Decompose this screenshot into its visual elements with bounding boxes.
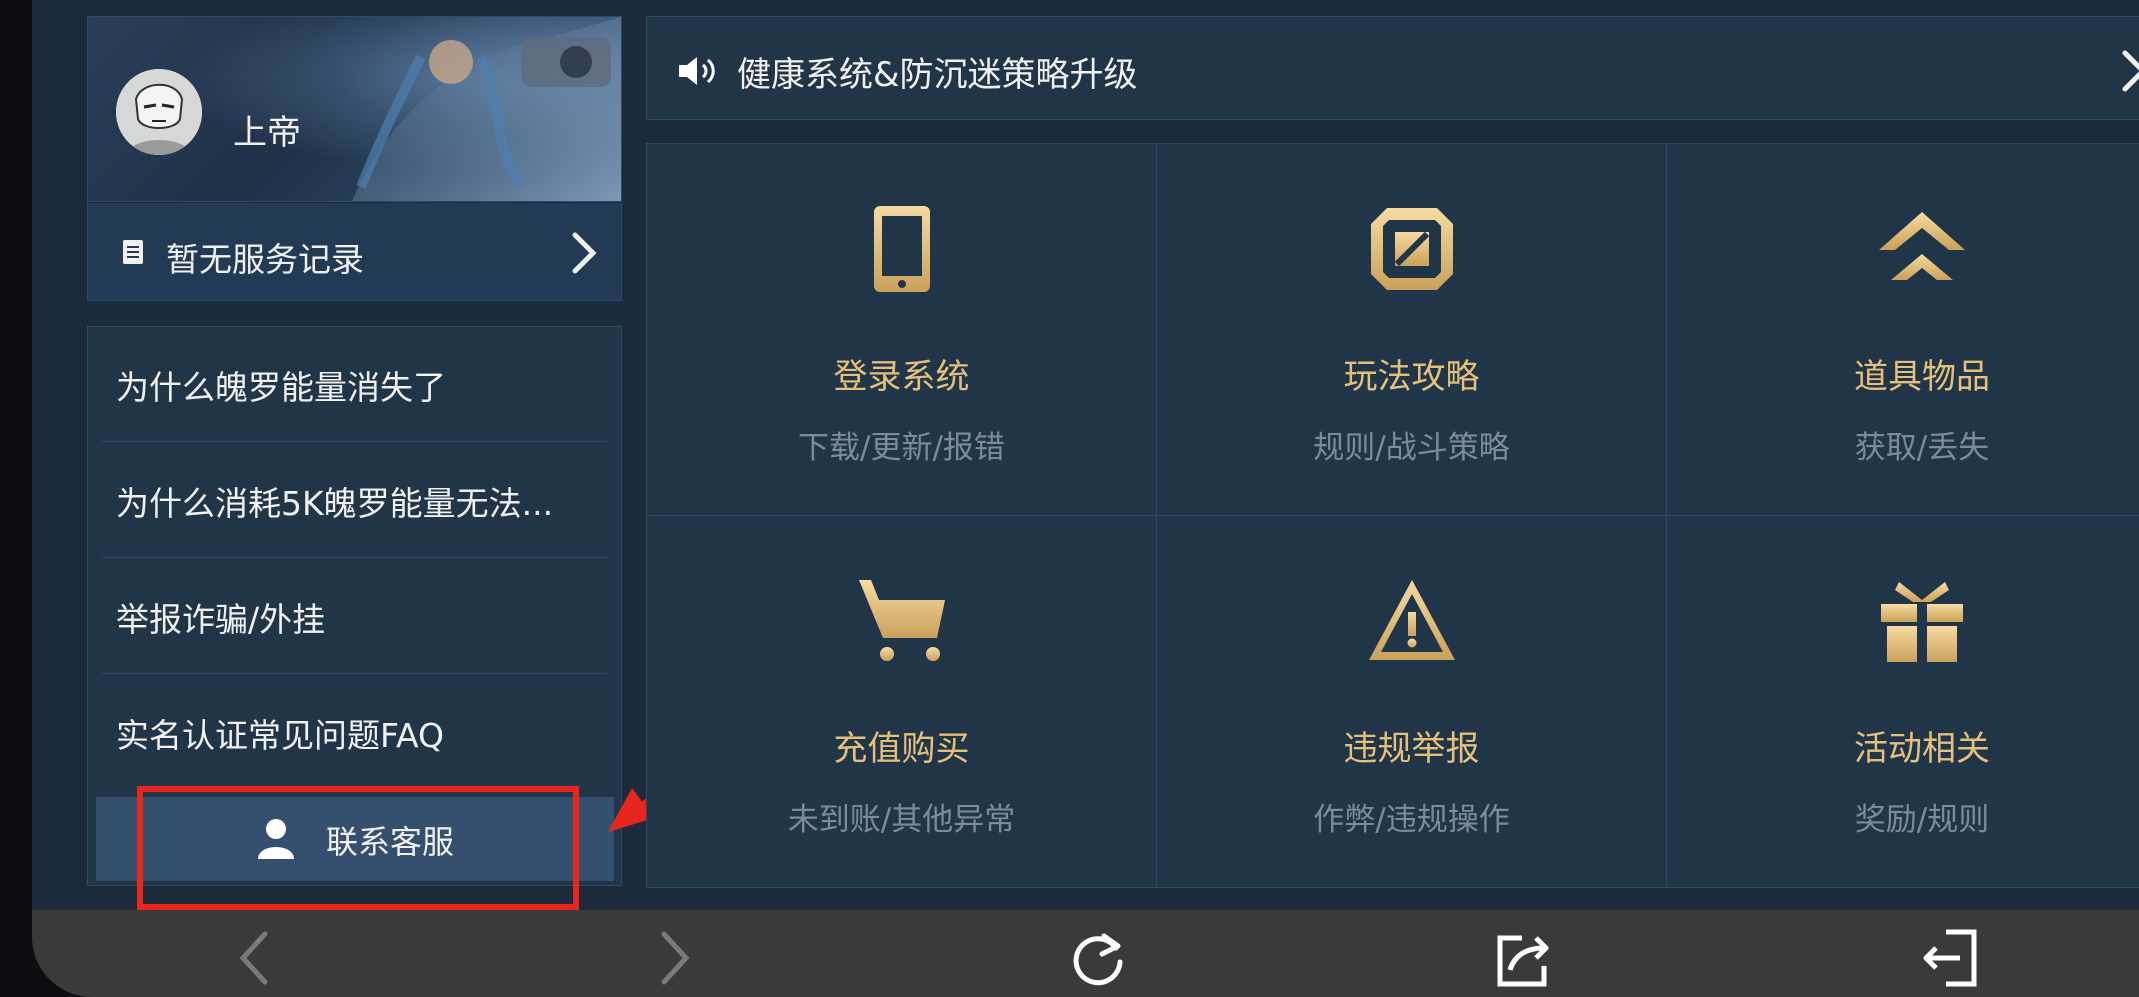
faq-item-label: 举报诈骗/外挂 [116, 600, 326, 639]
cart-icon [859, 580, 945, 661]
category-title: 违规举报 [1343, 729, 1480, 769]
category-gameplay[interactable]: 玩法攻略 规则/战斗策略 [1157, 144, 1667, 516]
category-title: 活动相关 [1854, 729, 1990, 769]
forward-icon[interactable] [642, 928, 702, 988]
help-center-app: 上帝 暂无服务记录 为什么魄罗能量消失了 为什么消耗5K魄罗能量无法... 举报… [32, 0, 2139, 910]
exit-icon[interactable] [1920, 928, 1980, 988]
service-record-row[interactable]: 暂无服务记录 [87, 203, 622, 301]
username: 上帝 [233, 113, 301, 153]
category-events[interactable]: 活动相关 奖励/规则 [1667, 516, 2139, 888]
document-icon [123, 240, 143, 264]
category-subtitle: 下载/更新/报错 [798, 430, 1005, 466]
faq-item-label: 为什么消耗5K魄罗能量无法... [116, 484, 554, 523]
faq-item-label: 实名认证常见问题FAQ [116, 716, 444, 755]
notice-banner[interactable]: 健康系统&防沉迷策略升级 [646, 16, 2139, 120]
refresh-icon[interactable] [1068, 928, 1128, 988]
speaker-icon [679, 57, 715, 85]
category-title: 道具物品 [1854, 357, 1990, 397]
tablet-icon [874, 206, 930, 292]
annotation-highlight-box [137, 786, 579, 910]
banner-artwork [351, 17, 621, 201]
category-title: 登录系统 [833, 357, 970, 397]
category-items[interactable]: 道具物品 获取/丢失 [1667, 144, 2139, 516]
share-icon[interactable] [1494, 928, 1554, 988]
warning-icon [1369, 580, 1455, 660]
gift-icon [1881, 582, 1963, 662]
strategy-icon [1371, 208, 1453, 290]
chevrons-up-icon [1879, 212, 1965, 280]
chevron-right-icon [2122, 50, 2139, 92]
faq-item[interactable]: 为什么消耗5K魄罗能量无法... [102, 443, 607, 558]
category-grid: 登录系统 下载/更新/报错 玩法攻略 规则/战斗策略 道具物品 获取/丢失 充值… [646, 143, 2139, 888]
category-recharge[interactable]: 充值购买 未到账/其他异常 [647, 516, 1157, 888]
faq-item-label: 为什么魄罗能量消失了 [116, 368, 446, 407]
avatar-face-icon [116, 69, 202, 155]
faq-item[interactable]: 实名认证常见问题FAQ [102, 675, 607, 790]
screen: 上帝 暂无服务记录 为什么魄罗能量消失了 为什么消耗5K魄罗能量无法... 举报… [0, 0, 2139, 997]
category-login[interactable]: 登录系统 下载/更新/报错 [647, 144, 1157, 516]
profile-card: 上帝 [87, 16, 622, 202]
avatar[interactable] [116, 69, 202, 155]
category-report[interactable]: 违规举报 作弊/违规操作 [1157, 516, 1667, 888]
chevron-right-icon [572, 232, 597, 274]
notice-label: 健康系统&防沉迷策略升级 [737, 55, 1138, 95]
category-subtitle: 获取/丢失 [1854, 430, 1990, 466]
faq-item[interactable]: 为什么魄罗能量消失了 [102, 327, 607, 442]
browser-toolbar [32, 910, 2139, 997]
back-icon[interactable] [227, 928, 287, 988]
service-record-label: 暂无服务记录 [166, 240, 364, 279]
category-subtitle: 作弊/违规操作 [1313, 802, 1510, 838]
category-subtitle: 未到账/其他异常 [787, 802, 1016, 838]
category-title: 玩法攻略 [1343, 357, 1480, 397]
category-title: 充值购买 [833, 729, 970, 769]
category-subtitle: 奖励/规则 [1854, 802, 1990, 838]
faq-item[interactable]: 举报诈骗/外挂 [102, 559, 607, 674]
category-subtitle: 规则/战斗策略 [1313, 430, 1510, 466]
